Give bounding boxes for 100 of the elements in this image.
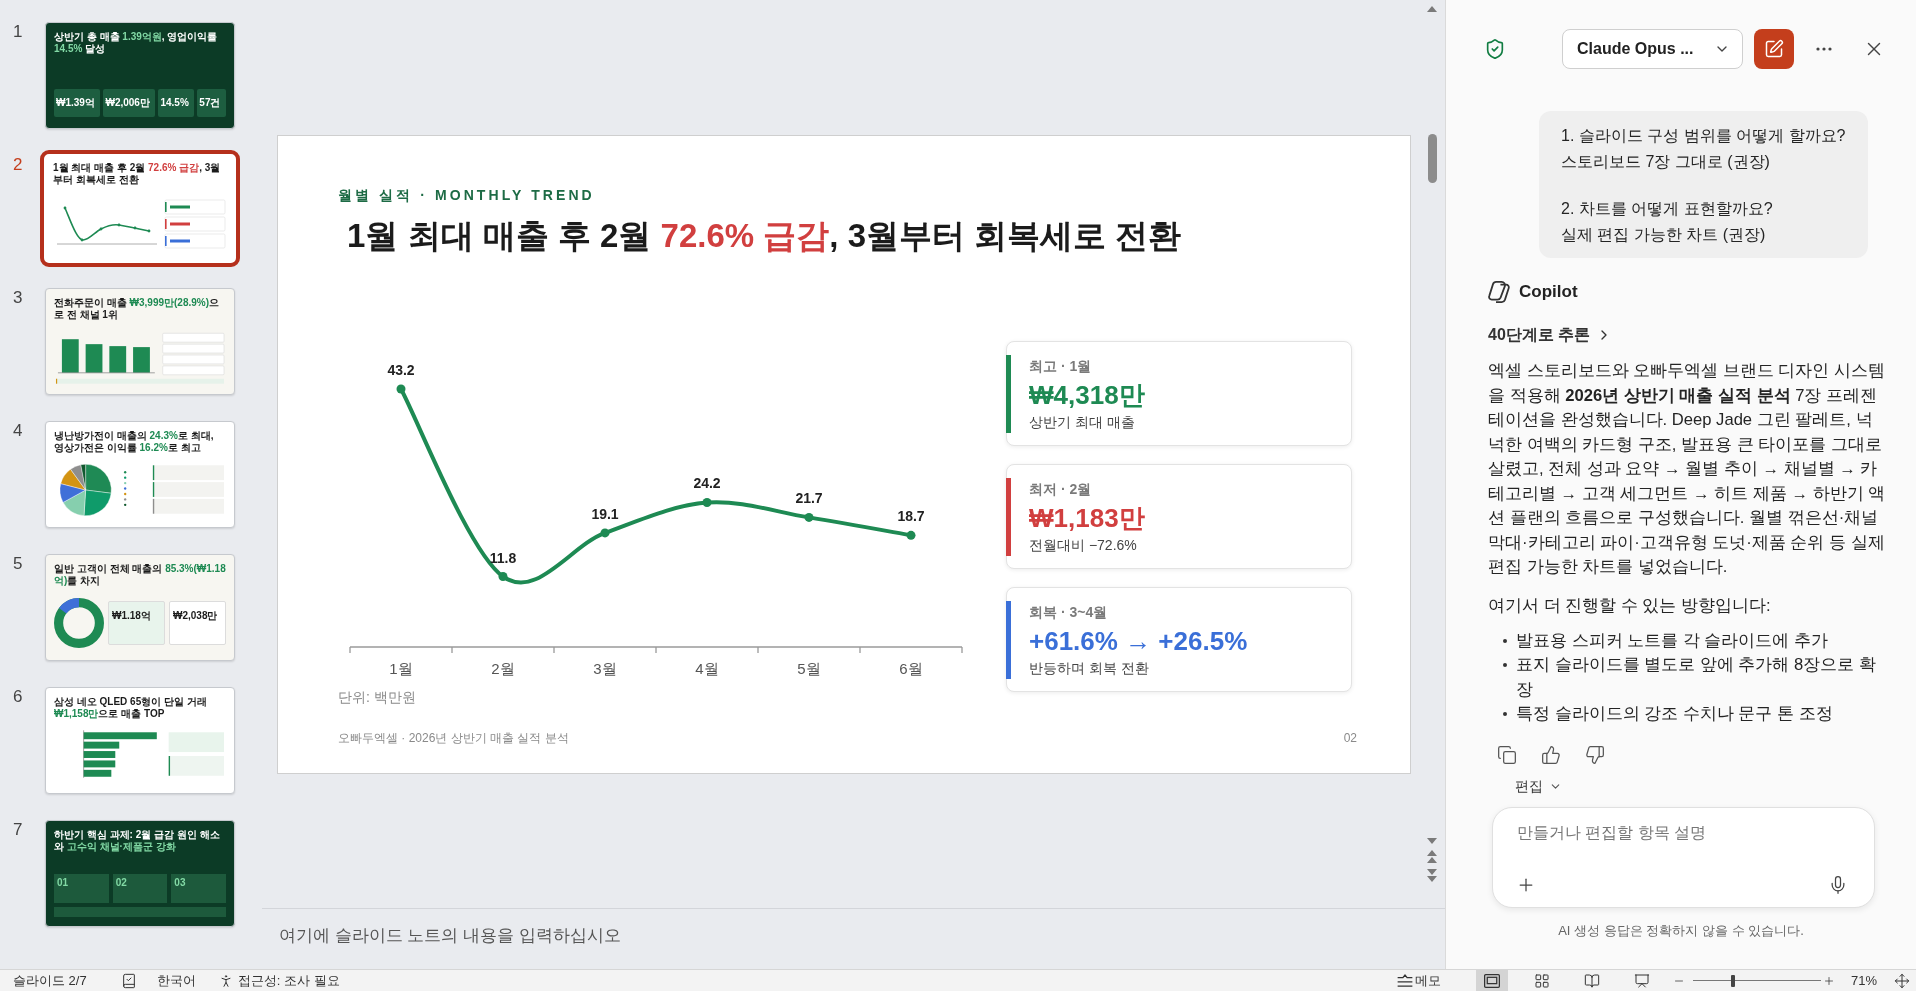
data-label: 11.8 — [489, 549, 517, 566]
suggestion-text: 표지 슬라이드를 별도로 앞에 추가해 8장으로 확장 — [1516, 654, 1877, 701]
data-point — [396, 384, 406, 394]
slide-thumbnail[interactable]: 삼성 네오 QLED 65형이 단일 거래 ₩1,158만으로 매출 TOP — [45, 687, 235, 794]
double-up-arrow-icon[interactable] — [1427, 850, 1437, 863]
slide-thumbnail[interactable]: 하반기 핵심 과제: 2월 급감 원인 해소와 고수익 채널·제품군 강화 01 02 03 — [45, 820, 235, 927]
thumbnail-title: 삼성 네오 QLED 65형이 단일 거래 ₩1,158만으로 매출 TOP — [54, 696, 208, 720]
message-text: 1. 슬라이드 구성 범위를 어떻게 할까요? 스토리보드 7장 그대로 (권장) — [1561, 126, 1847, 172]
kpi-figure: ₩2,038만 — [169, 601, 226, 645]
disclaimer-text: AI 생성 응답은 정확하지 않을 수 있습니다. — [1558, 921, 1804, 940]
data-label: 18.7 — [897, 508, 925, 525]
data-label: 24.2 — [693, 475, 721, 492]
data-point — [804, 512, 814, 522]
unit-note: 단위: 백만원 — [338, 688, 416, 707]
normal-view-button[interactable] — [1475, 970, 1508, 991]
thumbnail-title: 일반 고객이 전체 매출의 85.3%(₩1.18억)를 차지 — [54, 563, 226, 587]
slide-footer: 오빠두엑셀 · 2026년 상반기 매출 실적 분석 — [338, 730, 569, 746]
stat-label: 최저 · 2월 — [1029, 479, 1093, 498]
message-text: 2. 차트를 어떻게 표현할까요? 실제 편집 가능한 차트 (권장) — [1561, 199, 1774, 245]
axis-label: 6월 — [899, 660, 923, 677]
slide-number: 4 — [12, 421, 24, 441]
thumbs-down-icon[interactable] — [1585, 744, 1605, 765]
kpi-figure: 14.5% — [158, 89, 195, 117]
sender-name: Copilot — [1519, 281, 1578, 304]
slide-thumbnail[interactable]: 전화주문이 매출 ₩3,999만(28.9%)으로 전 채널 1위 — [45, 288, 235, 395]
thumbnail-title: 1월 최대 매출 후 2월 72.6% 급감, 3월부터 회복세로 전환 — [53, 162, 222, 186]
stat-value: ₩1,183만 — [1029, 501, 1145, 534]
presentation-icon — [1633, 972, 1650, 989]
slide-thumbnail[interactable]: 상반기 총 매출 1.39억원, 영업이익률 14.5% 달성 ₩1.39억 ₩2,006만 14.5% 57건 — [45, 22, 235, 129]
stat-note: 상반기 최대 매출 — [1029, 412, 1136, 431]
grid-icon — [1533, 972, 1550, 989]
data-label: 43.2 — [387, 362, 415, 378]
slide-number: 7 — [12, 820, 24, 840]
reasoning-toggle[interactable]: 40단계로 추론 — [1488, 324, 1613, 346]
notes-icon — [1396, 974, 1413, 987]
stat-note: 반등하며 회복 전환 — [1029, 658, 1150, 677]
zoom-slider[interactable] — [1692, 973, 1821, 988]
thumbnail-title: 전화주문이 매출 ₩3,999만(28.9%)으로 전 채널 1위 — [54, 297, 221, 321]
thumbnail-title: 하반기 핵심 과제: 2월 급감 원인 해소와 고수익 채널·제품군 강화 — [54, 829, 221, 853]
double-down-arrow-icon[interactable] — [1427, 869, 1437, 882]
axis-label: 2월 — [491, 660, 515, 677]
four-arrows-icon[interactable] — [1894, 972, 1910, 989]
data-point — [702, 497, 712, 507]
data-point — [498, 572, 508, 582]
slide-thumbnail[interactable]: 냉난방가전이 매출의 24.3%로 최대, 영상가전은 이익률 16.2%로 최고 — [45, 421, 235, 528]
new-chat-button[interactable] — [1754, 29, 1794, 69]
language-indicator[interactable]: 한국어 — [156, 970, 196, 991]
plus-icon[interactable] — [1822, 974, 1835, 987]
stat-value: ₩4,318만 — [1029, 378, 1145, 411]
zoom-level[interactable]: 71% — [1850, 970, 1877, 991]
slide-number: 6 — [12, 687, 24, 707]
kpi-figure: ₩1.18억 — [108, 601, 165, 645]
data-point — [600, 528, 610, 538]
data-point — [906, 530, 916, 540]
slide-indicator[interactable]: 슬라이드 2/7 — [13, 970, 87, 991]
slide-number: 2 — [12, 155, 24, 175]
kpi-figure: ₩1.39억 — [54, 89, 101, 117]
edit-menu[interactable]: 편집 — [1515, 776, 1562, 797]
scrollbar-thumb[interactable] — [1427, 134, 1437, 183]
zoom-slider-thumb[interactable] — [1730, 974, 1735, 987]
accessibility-status[interactable]: 접근성: 조사 필요 — [237, 970, 340, 991]
axis-label: 4월 — [695, 660, 719, 677]
shield-check-icon — [1484, 38, 1506, 60]
slide-title: 1월 최대 매출 후 2월 72.6% 급감, 3월부터 회복세로 전환 — [347, 216, 1182, 256]
card-number: 02 — [112, 874, 168, 903]
suggestion-text: 발표용 스피커 노트를 각 슬라이드에 추가 — [1516, 629, 1829, 652]
kpi-figure: ₩2,006만 — [103, 89, 156, 117]
axis-label: 1월 — [389, 660, 413, 677]
stat-note: 전월대비 −72.6% — [1029, 535, 1138, 554]
data-label: 19.1 — [591, 505, 619, 522]
thumbnail-title: 냉난방가전이 매출의 24.3%로 최대, 영상가전은 이익률 16.2%로 최고 — [54, 430, 215, 454]
framed-rectangle-icon — [1483, 972, 1500, 989]
scroll-up-arrow-icon[interactable] — [1427, 6, 1437, 12]
thumbnail-title: 상반기 총 매출 1.39억원, 영업이익률 14.5% 달성 — [54, 31, 219, 55]
model-picker[interactable]: Claude Opus ... — [1562, 29, 1743, 69]
thumbs-up-icon[interactable] — [1541, 744, 1561, 765]
scroll-down-arrow-icon[interactable] — [1427, 838, 1437, 844]
bullet-icon — [1503, 638, 1507, 643]
kpi-figure: 57건 — [197, 89, 226, 117]
slide-thumbnail[interactable]: 일반 고객이 전체 매출의 85.3%(₩1.18억)를 차지 ₩1.18억 ₩2,038만 — [45, 554, 235, 661]
stat-value: +61.6% → +26.5% — [1029, 624, 1248, 657]
slide-number: 5 — [12, 554, 24, 574]
ellipsis-icon — [1816, 47, 1832, 51]
open-book-icon — [1583, 972, 1600, 989]
suggestion-text: 특정 슬라이드의 강조 수치나 문구 톤 조정 — [1516, 703, 1833, 725]
book-check-icon[interactable] — [120, 972, 137, 989]
axis-label: 5월 — [797, 660, 821, 677]
followup-intro: 여기서 더 진행할 수 있는 방향입니다: — [1488, 594, 1771, 617]
card-number: 03 — [171, 874, 226, 903]
bullet-icon — [1503, 663, 1507, 667]
slide-thumbnail[interactable]: 1월 최대 매출 후 2월 72.6% 급감, 3월부터 회복세로 전환 — [40, 150, 240, 267]
notes-field[interactable]: 여기에 슬라이드 노트의 내용을 입력하십시오 — [279, 920, 1399, 952]
bullet-icon — [1503, 712, 1507, 716]
axis-label: 3월 — [593, 660, 617, 677]
notes-button[interactable]: 메모 — [1394, 970, 1443, 991]
stat-label: 회복 · 3~4월 — [1029, 602, 1109, 621]
data-label: 21.7 — [795, 490, 823, 507]
response-text: 엑셀 스토리보드와 오빠두엑셀 브랜드 디자인 시스템을 적용해 2026년 상반기 매출 실적 분석 7장 프레젠테이션을 완성했습니다. Deep Jade 그린 팔레트, 넉넉한 여백의 카드형 구조, 발표용 큰 타이포를 그대로 살렸고, 전체 성과 요약 → 월별 추이 → 채널별 → 카테고리별 → 고객 세그먼트 → 히트 제품 → 하반기 액션 플랜의 흐름으로 구성했습니다. 월별 꺾은선·채널 막대·카테고리 파이·고객유형 도넛·제품 순위 등 실제 편집 가능한 차트를 넣었습니다. — [1488, 360, 1887, 578]
copy-icon[interactable] — [1497, 744, 1517, 765]
prompt-input[interactable]: 만들거나 편집할 항목 설명 — [1517, 820, 1850, 845]
